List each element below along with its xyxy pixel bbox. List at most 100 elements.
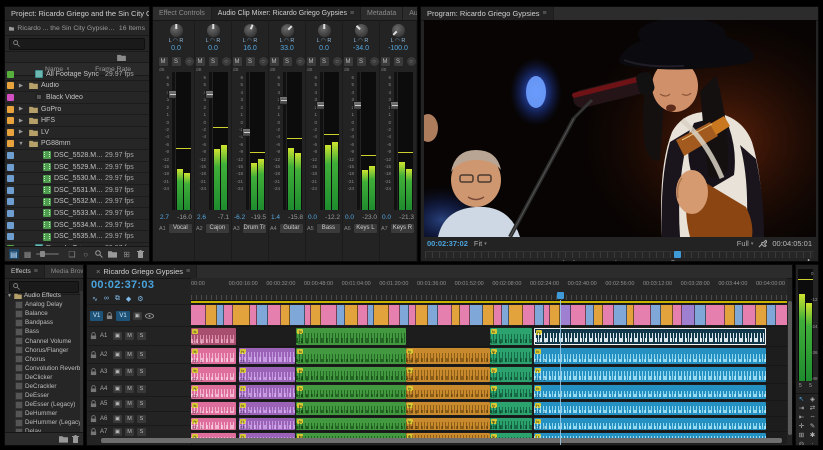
- solo-button[interactable]: S: [319, 56, 330, 67]
- source-assign-V1[interactable]: V1: [90, 311, 103, 321]
- project-row[interactable]: DSC_5532.MOV 29.97 fps: [5, 197, 149, 209]
- video-clip[interactable]: [428, 305, 438, 325]
- video-clip[interactable]: [614, 305, 627, 325]
- effect-item[interactable]: DeClicker: [5, 373, 80, 382]
- razor-tool-icon[interactable]: ◈: [807, 394, 818, 403]
- audio-clip[interactable]: fx Ch. 1: [239, 348, 295, 364]
- video-clip[interactable]: [217, 305, 224, 325]
- project-row[interactable]: DSC_5534.MOV 29.97 fps: [5, 220, 149, 232]
- video-clip[interactable]: [470, 305, 483, 325]
- project-row[interactable]: DSC_5530.MOV 29.97 fps: [5, 173, 149, 185]
- fader-db-value[interactable]: 0.0: [382, 214, 391, 221]
- tab-metadata[interactable]: Metadata: [361, 7, 403, 20]
- panel-menu-icon[interactable]: ≡: [543, 10, 547, 17]
- track-header-A2[interactable]: A2 ▣ M S: [87, 345, 191, 363]
- project-row[interactable]: Black Video: [5, 92, 149, 104]
- twirl-icon[interactable]: ▶: [17, 106, 25, 112]
- video-clip[interactable]: [224, 305, 233, 325]
- fader-db-value[interactable]: 2.7: [160, 214, 169, 221]
- video-clip[interactable]: [706, 305, 725, 325]
- timeline-horizontal-scrollbar[interactable]: [101, 438, 782, 443]
- video-clip[interactable]: [509, 305, 523, 325]
- video-clip[interactable]: [627, 305, 634, 325]
- video-clip[interactable]: [268, 305, 281, 325]
- timeline-ruler[interactable]: 00:0000:00:16:0000:00:32:0000:00:48:0000…: [191, 278, 787, 301]
- mute-button[interactable]: M: [195, 56, 206, 67]
- delete-custom-item-icon[interactable]: [72, 435, 79, 443]
- audio-clip[interactable]: fx Ch. 1: [406, 385, 490, 399]
- linked-selection-icon[interactable]: ∞: [104, 295, 109, 302]
- lock-icon[interactable]: [106, 312, 113, 320]
- timeline-playhead-head[interactable]: [557, 292, 564, 299]
- mute-track-button[interactable]: M: [125, 400, 134, 408]
- sync-lock-icon[interactable]: ▣: [113, 385, 122, 393]
- track-select-tool-icon[interactable]: ⇥: [796, 403, 807, 412]
- audio-clip[interactable]: fx Ch. 1: [490, 402, 532, 415]
- write-keyframes-button[interactable]: ○: [184, 56, 195, 67]
- video-clip[interactable]: [311, 305, 321, 325]
- pan-knob[interactable]: [244, 24, 257, 37]
- snap-icon[interactable]: ∿: [92, 295, 98, 303]
- panel-menu-icon[interactable]: ≡: [350, 10, 354, 17]
- lock-icon[interactable]: [90, 332, 97, 340]
- audio-clip[interactable]: fx Ch. 1: [239, 402, 295, 415]
- video-clip[interactable]: [550, 305, 560, 325]
- pan-value[interactable]: 33.0: [280, 45, 294, 54]
- loop-button[interactable]: ○: [81, 249, 91, 259]
- ripple-edit-tool-icon[interactable]: ⇄: [807, 403, 818, 412]
- audio-clip[interactable]: fx Ch. 1: [191, 402, 236, 415]
- sync-lock-icon[interactable]: ▣: [113, 351, 122, 359]
- video-clip[interactable]: [735, 305, 743, 325]
- tab-program[interactable]: Program: Ricardo Griego Gypsies ≡: [421, 7, 554, 20]
- pan-value[interactable]: 16.0: [243, 45, 257, 54]
- sync-lock-icon[interactable]: ▣: [113, 332, 122, 340]
- slip-tool-icon[interactable]: ✛: [796, 421, 807, 430]
- timeline-settings-icon[interactable]: ⚙: [137, 295, 143, 303]
- tab-audio[interactable]: Audio: [403, 7, 417, 20]
- mute-button[interactable]: M: [380, 56, 391, 67]
- audio-clip[interactable]: fx Ch. 1: [534, 367, 766, 382]
- audio-clip[interactable]: fx Ch. 1: [191, 418, 236, 430]
- video-clip[interactable]: [767, 305, 776, 325]
- lock-icon[interactable]: [90, 368, 97, 376]
- mute-track-button[interactable]: M: [125, 415, 134, 423]
- video-clip[interactable]: [345, 305, 358, 325]
- video-clip[interactable]: [438, 305, 452, 325]
- clear-button[interactable]: [135, 249, 145, 259]
- mute-track-button[interactable]: M: [125, 351, 134, 359]
- write-keyframes-button[interactable]: ○: [406, 56, 417, 67]
- track-name-chip[interactable]: Guitar: [279, 223, 304, 234]
- icon-view-button[interactable]: ▦: [23, 249, 33, 259]
- solo-button[interactable]: S: [171, 56, 182, 67]
- video-clip[interactable]: [571, 305, 586, 325]
- effect-item[interactable]: Analog Delay: [5, 300, 80, 309]
- audio-clip[interactable]: fx Ch. 1: [490, 385, 532, 399]
- sync-lock-icon[interactable]: ▣: [113, 428, 122, 436]
- twirl-icon[interactable]: ▶: [17, 118, 25, 124]
- pan-value[interactable]: 0.0: [171, 45, 181, 54]
- project-row[interactable]: ▶ GoPro: [5, 104, 149, 116]
- audio-clip[interactable]: fx Ch. 1: [534, 418, 766, 430]
- mute-button[interactable]: M: [343, 56, 354, 67]
- timeline-playhead-line[interactable]: [560, 300, 561, 445]
- video-clip[interactable]: [603, 305, 614, 325]
- pan-knob[interactable]: [318, 24, 331, 37]
- project-row[interactable]: DSC_5529.MOV 29.97 fps: [5, 162, 149, 174]
- video-clip[interactable]: [233, 305, 250, 325]
- solo-track-button[interactable]: S: [137, 415, 146, 423]
- video-clip[interactable]: [743, 305, 756, 325]
- effects-scrollbar[interactable]: [80, 291, 83, 433]
- write-keyframes-button[interactable]: ○: [332, 56, 343, 67]
- solo-button[interactable]: S: [245, 56, 256, 67]
- fader-track[interactable]: [283, 72, 286, 210]
- effect-item[interactable]: Balance: [5, 309, 80, 318]
- audio-clip[interactable]: fx Ch. 1: [296, 328, 405, 345]
- tab-audio-clip-mixer-ricardo-griego-gypsies[interactable]: Audio Clip Mixer: Ricardo Griego Gypsies…: [212, 7, 361, 20]
- video-clip[interactable]: [409, 305, 416, 325]
- rate-stretch-tool-icon[interactable]: ⇔: [807, 412, 818, 421]
- track-header-A3[interactable]: A3 ▣ M S: [87, 363, 191, 380]
- button-editor-plus[interactable]: ✚: [805, 258, 812, 262]
- step-forward-button[interactable]: ▸: [642, 259, 646, 262]
- slide-tool-icon[interactable]: ⊞: [796, 430, 807, 439]
- twirl-icon[interactable]: ▶: [17, 129, 25, 135]
